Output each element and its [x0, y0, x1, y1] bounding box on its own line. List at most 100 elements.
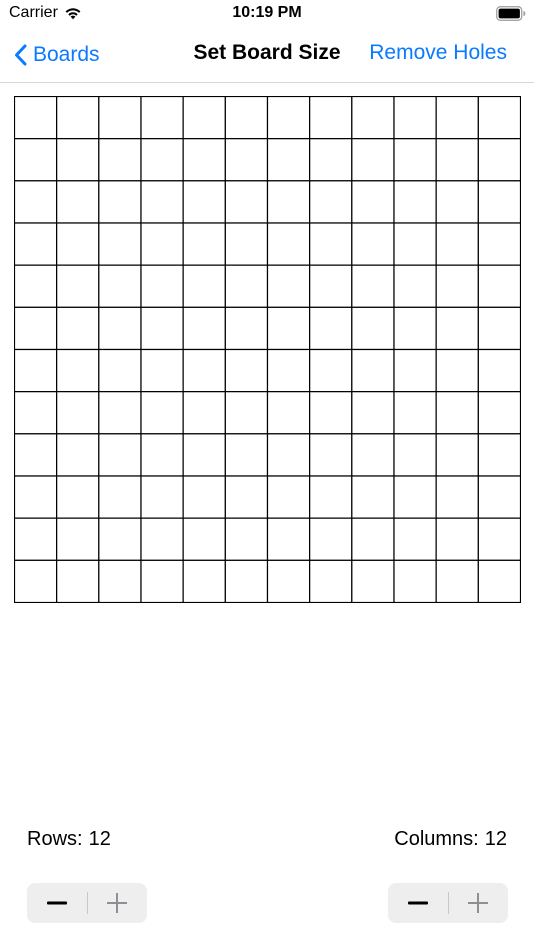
board-cell[interactable] [351, 180, 395, 224]
board-cell[interactable] [435, 517, 479, 561]
board-cell[interactable] [435, 475, 479, 519]
board-cell[interactable] [393, 306, 437, 351]
board-cell[interactable] [351, 348, 395, 393]
board-cell[interactable] [98, 475, 142, 519]
board-cell[interactable] [14, 222, 58, 266]
board-cell[interactable] [435, 222, 479, 266]
board-cell[interactable] [477, 96, 521, 140]
board-cell[interactable] [309, 222, 353, 266]
board-cell[interactable] [56, 475, 100, 519]
board-cell[interactable] [14, 433, 58, 477]
board-cell[interactable] [98, 180, 142, 224]
board-cell[interactable] [393, 475, 437, 519]
board-cell[interactable] [393, 96, 437, 140]
board-cell[interactable] [309, 433, 353, 477]
board-cell[interactable] [224, 222, 269, 266]
board-cell[interactable] [56, 391, 100, 435]
board-cell[interactable] [140, 433, 184, 477]
board-cell[interactable] [393, 222, 437, 266]
board-cell[interactable] [477, 391, 521, 435]
board-cell[interactable] [98, 348, 142, 393]
board-cell[interactable] [182, 96, 226, 140]
board-cell[interactable] [224, 306, 269, 351]
board-cell[interactable] [224, 559, 269, 603]
board-cell[interactable] [393, 348, 437, 393]
board-cell[interactable] [56, 517, 100, 561]
rows-decrement-button[interactable] [27, 883, 87, 923]
board-cell[interactable] [182, 180, 226, 224]
board-cell[interactable] [224, 180, 269, 224]
board-cell[interactable] [98, 96, 142, 140]
board-cell[interactable] [14, 391, 58, 435]
board-cell[interactable] [14, 96, 58, 140]
board-cell[interactable] [393, 559, 437, 603]
board-cell[interactable] [477, 222, 521, 266]
board-cell[interactable] [98, 222, 142, 266]
board-cell[interactable] [182, 306, 226, 351]
board-grid[interactable] [14, 96, 521, 603]
board-cell[interactable] [98, 138, 142, 182]
board-cell[interactable] [98, 306, 142, 351]
board-cell[interactable] [435, 264, 479, 308]
board-cell[interactable] [140, 180, 184, 224]
board-cell[interactable] [266, 391, 311, 435]
board-cell[interactable] [266, 222, 311, 266]
board-cell[interactable] [56, 433, 100, 477]
columns-decrement-button[interactable] [388, 883, 448, 923]
board-cell[interactable] [266, 264, 311, 308]
columns-increment-button[interactable] [449, 883, 509, 923]
board-cell[interactable] [182, 433, 226, 477]
board-cell[interactable] [182, 559, 226, 603]
board-cell[interactable] [309, 264, 353, 308]
board-cell[interactable] [309, 180, 353, 224]
board-cell[interactable] [266, 180, 311, 224]
board-cell[interactable] [477, 517, 521, 561]
board-cell[interactable] [182, 264, 226, 308]
board-cell[interactable] [14, 264, 58, 308]
board-cell[interactable] [98, 559, 142, 603]
board-cell[interactable] [182, 517, 226, 561]
board-cell[interactable] [477, 138, 521, 182]
board-cell[interactable] [224, 348, 269, 393]
board-cell[interactable] [351, 517, 395, 561]
board-cell[interactable] [14, 180, 58, 224]
board-cell[interactable] [98, 264, 142, 308]
board-cell[interactable] [56, 180, 100, 224]
board-cell[interactable] [477, 475, 521, 519]
board-cell[interactable] [435, 348, 479, 393]
board-cell[interactable] [435, 559, 479, 603]
board-cell[interactable] [351, 391, 395, 435]
board-cell[interactable] [351, 264, 395, 308]
board-cell[interactable] [309, 96, 353, 140]
board-cell[interactable] [14, 559, 58, 603]
board-cell[interactable] [351, 559, 395, 603]
board-cell[interactable] [477, 180, 521, 224]
board-cell[interactable] [351, 306, 395, 351]
board-cell[interactable] [56, 222, 100, 266]
board-cell[interactable] [14, 348, 58, 393]
board-cell[interactable] [140, 391, 184, 435]
board-cell[interactable] [393, 264, 437, 308]
board-cell[interactable] [182, 138, 226, 182]
board-cell[interactable] [477, 306, 521, 351]
board-cell[interactable] [140, 517, 184, 561]
board-cell[interactable] [309, 475, 353, 519]
board-cell[interactable] [393, 517, 437, 561]
board-cell[interactable] [140, 222, 184, 266]
rows-increment-button[interactable] [88, 883, 148, 923]
board-cell[interactable] [224, 391, 269, 435]
board-cell[interactable] [393, 433, 437, 477]
board-cell[interactable] [351, 433, 395, 477]
board-cell[interactable] [182, 391, 226, 435]
board-cell[interactable] [224, 264, 269, 308]
board-cell[interactable] [477, 433, 521, 477]
board-cell[interactable] [266, 138, 311, 182]
board-cell[interactable] [224, 138, 269, 182]
board-cell[interactable] [351, 475, 395, 519]
board-cell[interactable] [56, 559, 100, 603]
board-cell[interactable] [351, 138, 395, 182]
board-cell[interactable] [14, 138, 58, 182]
board-cell[interactable] [140, 559, 184, 603]
board-cell[interactable] [56, 138, 100, 182]
board-cell[interactable] [477, 264, 521, 308]
